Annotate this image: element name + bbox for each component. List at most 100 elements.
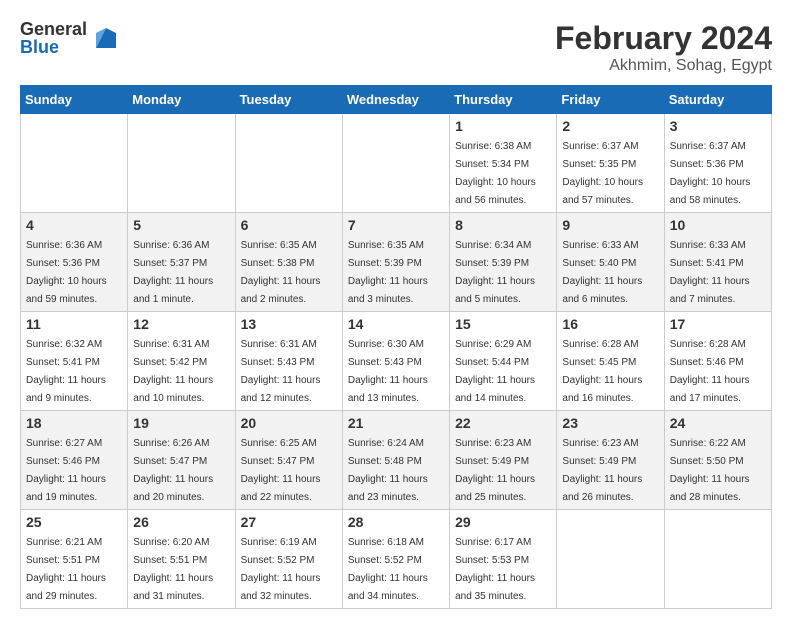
day-number: 20 xyxy=(241,415,337,431)
calendar-cell: 4Sunrise: 6:36 AM Sunset: 5:36 PM Daylig… xyxy=(21,213,128,312)
logo-text: General Blue xyxy=(20,20,87,56)
day-info: Sunrise: 6:31 AM Sunset: 5:42 PM Dayligh… xyxy=(133,339,213,404)
day-number: 10 xyxy=(670,217,766,233)
title-block: February 2024 Akhmim, Sohag, Egypt xyxy=(555,20,772,75)
calendar-cell: 6 Sunrise: 6:35 AM Sunset: 5:38 PM Daylig… xyxy=(235,213,342,312)
day-info: Sunrise: 6:31 AM Sunset: 5:43 PM Dayligh… xyxy=(241,339,321,404)
day-number: 29 xyxy=(455,514,551,530)
day-info: Sunrise: 6:34 AM Sunset: 5:39 PM Dayligh… xyxy=(455,240,535,305)
day-number: 12 xyxy=(133,316,229,332)
calendar-week-row: 11Sunrise: 6:32 AM Sunset: 5:41 PM Dayli… xyxy=(21,312,772,411)
day-number: 9 xyxy=(562,217,658,233)
calendar-week-row: 25 Sunrise: 6:21 AM Sunset: 5:51 PM Dayli… xyxy=(21,510,772,609)
day-of-week-header: Saturday xyxy=(664,86,771,114)
calendar-cell: 12 Sunrise: 6:31 AM Sunset: 5:42 PM Dayli… xyxy=(128,312,235,411)
day-number: 26 xyxy=(133,514,229,530)
calendar-cell xyxy=(235,114,342,213)
calendar-cell: 17 Sunrise: 6:28 AM Sunset: 5:46 PM Dayli… xyxy=(664,312,771,411)
calendar-cell: 8Sunrise: 6:34 AM Sunset: 5:39 PM Daylig… xyxy=(450,213,557,312)
month-year: February 2024 xyxy=(555,20,772,57)
day-of-week-header: Thursday xyxy=(450,86,557,114)
day-info: Sunrise: 6:35 AM Sunset: 5:39 PM Dayligh… xyxy=(348,240,428,305)
day-number: 25 xyxy=(26,514,122,530)
day-info: Sunrise: 6:37 AM Sunset: 5:36 PM Dayligh… xyxy=(670,141,751,206)
calendar-cell: 11Sunrise: 6:32 AM Sunset: 5:41 PM Dayli… xyxy=(21,312,128,411)
day-number: 18 xyxy=(26,415,122,431)
calendar-cell: 16 Sunrise: 6:28 AM Sunset: 5:45 PM Dayli… xyxy=(557,312,664,411)
day-info: Sunrise: 6:25 AM Sunset: 5:47 PM Dayligh… xyxy=(241,438,321,503)
day-info: Sunrise: 6:27 AM Sunset: 5:46 PM Dayligh… xyxy=(26,438,106,503)
logo-icon xyxy=(91,23,121,53)
day-info: Sunrise: 6:28 AM Sunset: 5:45 PM Dayligh… xyxy=(562,339,642,404)
calendar-cell: 1 Sunrise: 6:38 AM Sunset: 5:34 PM Daylig… xyxy=(450,114,557,213)
day-info: Sunrise: 6:22 AM Sunset: 5:50 PM Dayligh… xyxy=(670,438,750,503)
calendar-cell: 10 Sunrise: 6:33 AM Sunset: 5:41 PM Dayli… xyxy=(664,213,771,312)
calendar-cell: 14Sunrise: 6:30 AM Sunset: 5:43 PM Dayli… xyxy=(342,312,449,411)
day-number: 5 xyxy=(133,217,229,233)
calendar-cell: 13 Sunrise: 6:31 AM Sunset: 5:43 PM Dayli… xyxy=(235,312,342,411)
day-number: 13 xyxy=(241,316,337,332)
day-info: Sunrise: 6:28 AM Sunset: 5:46 PM Dayligh… xyxy=(670,339,750,404)
day-info: Sunrise: 6:33 AM Sunset: 5:41 PM Dayligh… xyxy=(670,240,750,305)
calendar-cell: 20 Sunrise: 6:25 AM Sunset: 5:47 PM Dayli… xyxy=(235,411,342,510)
day-number: 3 xyxy=(670,118,766,134)
day-number: 21 xyxy=(348,415,444,431)
day-info: Sunrise: 6:38 AM Sunset: 5:34 PM Dayligh… xyxy=(455,141,536,206)
calendar-cell: 15Sunrise: 6:29 AM Sunset: 5:44 PM Dayli… xyxy=(450,312,557,411)
calendar-cell: 25 Sunrise: 6:21 AM Sunset: 5:51 PM Dayli… xyxy=(21,510,128,609)
day-number: 7 xyxy=(348,217,444,233)
day-number: 14 xyxy=(348,316,444,332)
day-info: Sunrise: 6:19 AM Sunset: 5:52 PM Dayligh… xyxy=(241,537,321,602)
day-number: 16 xyxy=(562,316,658,332)
day-number: 17 xyxy=(670,316,766,332)
location: Akhmim, Sohag, Egypt xyxy=(555,57,772,75)
logo: General Blue xyxy=(20,20,121,56)
day-of-week-header: Monday xyxy=(128,86,235,114)
day-number: 27 xyxy=(241,514,337,530)
logo-blue: Blue xyxy=(20,38,87,56)
day-info: Sunrise: 6:37 AM Sunset: 5:35 PM Dayligh… xyxy=(562,141,643,206)
day-info: Sunrise: 6:24 AM Sunset: 5:48 PM Dayligh… xyxy=(348,438,428,503)
day-number: 2 xyxy=(562,118,658,134)
day-info: Sunrise: 6:17 AM Sunset: 5:53 PM Dayligh… xyxy=(455,537,535,602)
day-number: 28 xyxy=(348,514,444,530)
calendar-cell xyxy=(557,510,664,609)
day-number: 19 xyxy=(133,415,229,431)
calendar-cell xyxy=(128,114,235,213)
day-info: Sunrise: 6:36 AM Sunset: 5:36 PM Dayligh… xyxy=(26,240,107,305)
calendar-cell: 29 Sunrise: 6:17 AM Sunset: 5:53 PM Dayli… xyxy=(450,510,557,609)
calendar-cell: 2 Sunrise: 6:37 AM Sunset: 5:35 PM Daylig… xyxy=(557,114,664,213)
calendar-cell: 9 Sunrise: 6:33 AM Sunset: 5:40 PM Daylig… xyxy=(557,213,664,312)
calendar-cell: 22Sunrise: 6:23 AM Sunset: 5:49 PM Dayli… xyxy=(450,411,557,510)
page-header: General Blue February 2024 Akhmim, Sohag… xyxy=(20,20,772,75)
calendar-week-row: 18 Sunrise: 6:27 AM Sunset: 5:46 PM Dayli… xyxy=(21,411,772,510)
day-number: 6 xyxy=(241,217,337,233)
day-of-week-header: Wednesday xyxy=(342,86,449,114)
calendar-cell xyxy=(342,114,449,213)
day-info: Sunrise: 6:36 AM Sunset: 5:37 PM Dayligh… xyxy=(133,240,213,305)
calendar-week-row: 4Sunrise: 6:36 AM Sunset: 5:36 PM Daylig… xyxy=(21,213,772,312)
calendar-cell: 3 Sunrise: 6:37 AM Sunset: 5:36 PM Daylig… xyxy=(664,114,771,213)
day-info: Sunrise: 6:23 AM Sunset: 5:49 PM Dayligh… xyxy=(562,438,642,503)
logo-general: General xyxy=(20,20,87,38)
day-of-week-header: Friday xyxy=(557,86,664,114)
day-info: Sunrise: 6:33 AM Sunset: 5:40 PM Dayligh… xyxy=(562,240,642,305)
calendar-header-row: SundayMondayTuesdayWednesdayThursdayFrid… xyxy=(21,86,772,114)
calendar-cell xyxy=(664,510,771,609)
day-of-week-header: Tuesday xyxy=(235,86,342,114)
day-info: Sunrise: 6:35 AM Sunset: 5:38 PM Dayligh… xyxy=(241,240,321,305)
calendar-table: SundayMondayTuesdayWednesdayThursdayFrid… xyxy=(20,85,772,609)
calendar-cell: 21 Sunrise: 6:24 AM Sunset: 5:48 PM Dayli… xyxy=(342,411,449,510)
calendar-cell xyxy=(21,114,128,213)
calendar-cell: 28 Sunrise: 6:18 AM Sunset: 5:52 PM Dayli… xyxy=(342,510,449,609)
day-info: Sunrise: 6:18 AM Sunset: 5:52 PM Dayligh… xyxy=(348,537,428,602)
day-number: 23 xyxy=(562,415,658,431)
day-number: 24 xyxy=(670,415,766,431)
day-number: 1 xyxy=(455,118,551,134)
day-info: Sunrise: 6:21 AM Sunset: 5:51 PM Dayligh… xyxy=(26,537,106,602)
calendar-week-row: 1 Sunrise: 6:38 AM Sunset: 5:34 PM Daylig… xyxy=(21,114,772,213)
day-info: Sunrise: 6:23 AM Sunset: 5:49 PM Dayligh… xyxy=(455,438,535,503)
day-info: Sunrise: 6:26 AM Sunset: 5:47 PM Dayligh… xyxy=(133,438,213,503)
calendar-cell: 26 Sunrise: 6:20 AM Sunset: 5:51 PM Dayli… xyxy=(128,510,235,609)
day-info: Sunrise: 6:20 AM Sunset: 5:51 PM Dayligh… xyxy=(133,537,213,602)
